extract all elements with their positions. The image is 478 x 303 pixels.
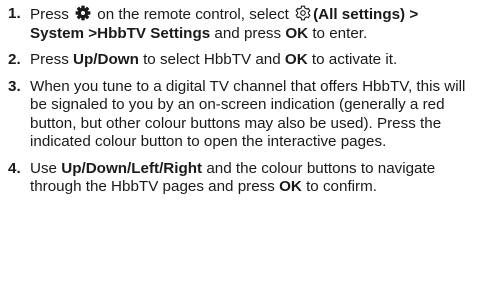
step-text-run: to activate it. bbox=[307, 51, 398, 68]
step-item: 1. Press on the remote control, select (A… bbox=[8, 5, 470, 43]
step-text-run: on the remote control, select bbox=[93, 6, 294, 23]
step-emphasis: OK bbox=[284, 51, 308, 68]
step-emphasis: OK bbox=[285, 24, 309, 42]
step-number: 2. bbox=[8, 51, 21, 68]
step-text: Use Up/Down/Left/Right and the colour bu… bbox=[30, 160, 435, 196]
step-item: 4. Use Up/Down/Left/Right and the colour … bbox=[8, 160, 470, 197]
step-number: 1. bbox=[8, 5, 21, 22]
step-text-run: to confirm. bbox=[301, 178, 377, 195]
step-text-run: to select HbbTV and bbox=[138, 51, 285, 68]
step-text-run: Press bbox=[30, 51, 74, 68]
step-emphasis: Up/Down/Left/Right bbox=[61, 159, 203, 177]
step-emphasis: OK bbox=[279, 178, 302, 195]
step-item: 2. Press Up/Down to select HbbTV and OK t… bbox=[8, 51, 470, 70]
step-number: 3. bbox=[8, 77, 21, 95]
step-text: Press on the remote control, select (All… bbox=[30, 5, 418, 42]
step-text: When you tune to a digital TV channel th… bbox=[30, 78, 465, 151]
step-emphasis: Up/Down bbox=[73, 51, 139, 68]
instruction-steps-list: 1. Press on the remote control, select (A… bbox=[8, 5, 470, 205]
step-text-run: and press bbox=[210, 24, 286, 42]
step-text-run: to enter. bbox=[308, 24, 368, 42]
step-text-run: Press bbox=[30, 6, 74, 23]
settings-outline-icon bbox=[295, 5, 311, 21]
gear-filled-icon bbox=[75, 5, 91, 21]
step-number: 4. bbox=[8, 159, 21, 177]
step-text-run: Use bbox=[30, 159, 62, 177]
step-text: Press Up/Down to select HbbTV and OK to … bbox=[30, 51, 397, 68]
step-item: 3. When you tune to a digital TV channel … bbox=[8, 78, 470, 152]
step-text-run: When you tune to a digital TV channel th… bbox=[30, 77, 466, 151]
